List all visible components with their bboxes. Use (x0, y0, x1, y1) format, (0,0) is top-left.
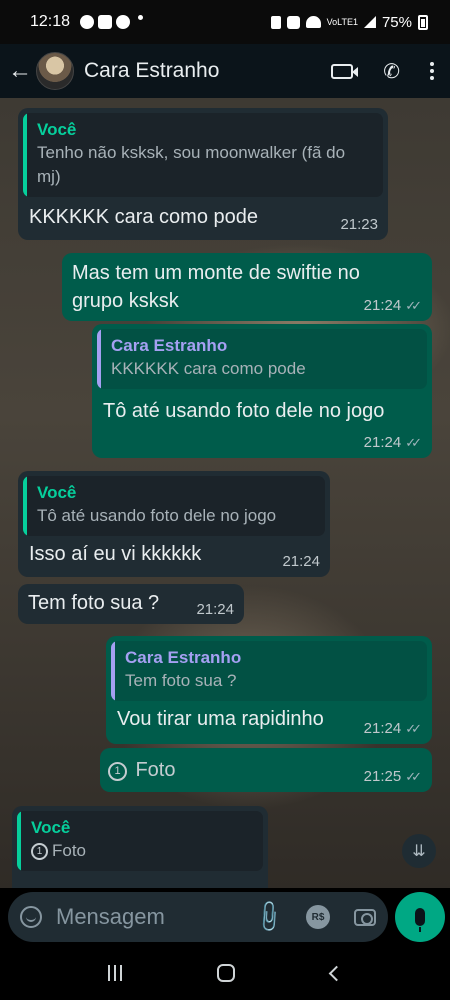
message-bubble-incoming[interactable]: Tem foto sua ? 21:24 (18, 584, 244, 624)
message-notification-icon (116, 15, 131, 29)
quote-text: KKKKKK cara como pode (111, 359, 306, 378)
message-composer: 📎 R$ (0, 888, 450, 946)
more-notifications-dot-icon (138, 15, 144, 20)
quoted-message[interactable]: Você Tenho não ksksk, sou moonwalker (fã… (23, 113, 383, 197)
composer-icons: 📎 R$ (250, 898, 376, 935)
quoted-message[interactable]: Cara Estranho KKKKKK cara como pode (97, 329, 427, 389)
view-once-icon: 1 (108, 762, 127, 782)
message-meta: 21:24 (196, 601, 234, 618)
message-bubble-incoming[interactable]: Você Tô até usando foto dele no jogo Iss… (18, 471, 330, 577)
message-bubble-incoming[interactable]: Você Tenho não ksksk, sou moonwalker (fã… (18, 108, 388, 240)
emoji-icon[interactable] (20, 906, 42, 928)
message-bubble-outgoing[interactable]: Cara Estranho KKKKKK cara como pode Tô a… (92, 324, 432, 458)
quote-text: Tem foto sua ? (125, 671, 237, 690)
message-text: Tô até usando foto dele no jogo (103, 400, 385, 422)
message-text: Isso aí eu vi kkkkkk (29, 543, 202, 565)
alarm-icon (270, 15, 281, 29)
mute-icon (286, 15, 300, 29)
quote-author: Cara Estranho (125, 648, 242, 667)
battery-icon (418, 14, 428, 30)
quote-text: Tô até usando foto dele no jogo (37, 506, 277, 525)
view-once-label: Foto (135, 759, 176, 781)
more-options-icon[interactable] (430, 62, 434, 80)
back-arrow-icon[interactable]: ← (8, 57, 32, 85)
message-time: 21:24 (282, 553, 320, 570)
quote-author: Cara Estranho (111, 336, 228, 355)
navigation-bar (0, 946, 450, 1000)
message-time: 21:24 (196, 601, 234, 618)
notification-icons (80, 15, 144, 29)
scroll-to-bottom-button[interactable]: ⇊ (402, 834, 436, 868)
status-right: VoLTE1 75% (270, 13, 428, 31)
message-text: Mas tem um monte de swiftie no grupo ksk… (72, 262, 360, 312)
message-time: 21:24 (363, 297, 402, 314)
message-time: 21:25 (363, 768, 402, 785)
signal-icon (363, 16, 376, 28)
view-once-photo-message[interactable]: 1 Foto 21:25 ✓✓ (100, 748, 432, 792)
message-meta: 21:25 ✓✓ (364, 768, 422, 785)
voice-call-icon[interactable]: ✆ (383, 59, 400, 84)
home-icon[interactable] (217, 964, 236, 982)
contact-name[interactable]: Cara Estranho (84, 59, 219, 83)
status-time: 12:18 (30, 13, 71, 30)
header-actions: ✆ (331, 59, 442, 84)
quote-author: Você (37, 483, 77, 502)
quote-text-label: Foto (52, 841, 87, 860)
microphone-icon (415, 908, 425, 932)
message-bubble-incoming[interactable]: Você 1 Foto (12, 806, 268, 888)
read-receipt-icon: ✓✓ (405, 297, 422, 313)
message-input[interactable] (56, 904, 244, 930)
attach-icon[interactable]: 📎 (249, 898, 287, 936)
message-time: 21:24 (363, 720, 402, 737)
recent-apps-icon[interactable] (107, 965, 122, 981)
whatsapp-notification-icon (80, 15, 95, 29)
message-meta: 21:24 ✓✓ (364, 720, 422, 737)
quote-text: 1 Foto (31, 839, 253, 863)
message-time: 21:24 (363, 434, 402, 451)
quote-author: Você (31, 818, 71, 837)
status-bar: 12:18 VoLTE1 75% (0, 0, 450, 44)
message-meta: 21:24 (282, 553, 320, 570)
status-left: 12:18 (30, 13, 144, 31)
payment-icon[interactable]: R$ (306, 905, 330, 929)
camera-icon[interactable] (354, 908, 376, 926)
gallery-notification-icon (98, 15, 113, 29)
quoted-message[interactable]: Você Tô até usando foto dele no jogo (23, 476, 325, 536)
read-receipt-icon: ✓✓ (405, 768, 422, 784)
quote-author: Você (37, 120, 77, 139)
message-bubble-outgoing[interactable]: Mas tem um monte de swiftie no grupo ksk… (62, 253, 432, 321)
read-receipt-icon: ✓✓ (405, 720, 422, 736)
read-receipt-icon: ✓✓ (405, 434, 422, 450)
wifi-icon (305, 16, 321, 28)
avatar[interactable] (36, 52, 74, 90)
quoted-message[interactable]: Cara Estranho Tem foto sua ? (111, 641, 427, 701)
network-label: VoLTE1 (326, 16, 358, 27)
back-nav-icon[interactable] (328, 965, 345, 981)
message-time: 21:23 (340, 216, 378, 233)
message-text: KKKKKK cara como pode (29, 206, 259, 228)
battery-percent: 75% (381, 13, 412, 31)
double-chevron-down-icon: ⇊ (412, 843, 426, 860)
message-input-container: 📎 R$ (8, 892, 388, 942)
quoted-message[interactable]: Você 1 Foto (17, 811, 263, 871)
quote-text: Tenho não ksksk, sou moonwalker (fã do m… (37, 143, 346, 186)
chat-area[interactable]: Você Tenho não ksksk, sou moonwalker (fã… (0, 98, 450, 888)
view-once-icon: 1 (31, 843, 48, 861)
video-call-icon[interactable] (331, 63, 359, 79)
chat-header: ← Cara Estranho ✆ (0, 44, 450, 98)
message-bubble-outgoing[interactable]: Cara Estranho Tem foto sua ? Vou tirar u… (106, 636, 432, 744)
voice-message-button[interactable] (395, 892, 445, 942)
message-meta: 21:24 ✓✓ (364, 297, 422, 314)
message-meta: 21:24 ✓✓ (364, 434, 422, 451)
message-meta: 21:23 (340, 216, 378, 233)
